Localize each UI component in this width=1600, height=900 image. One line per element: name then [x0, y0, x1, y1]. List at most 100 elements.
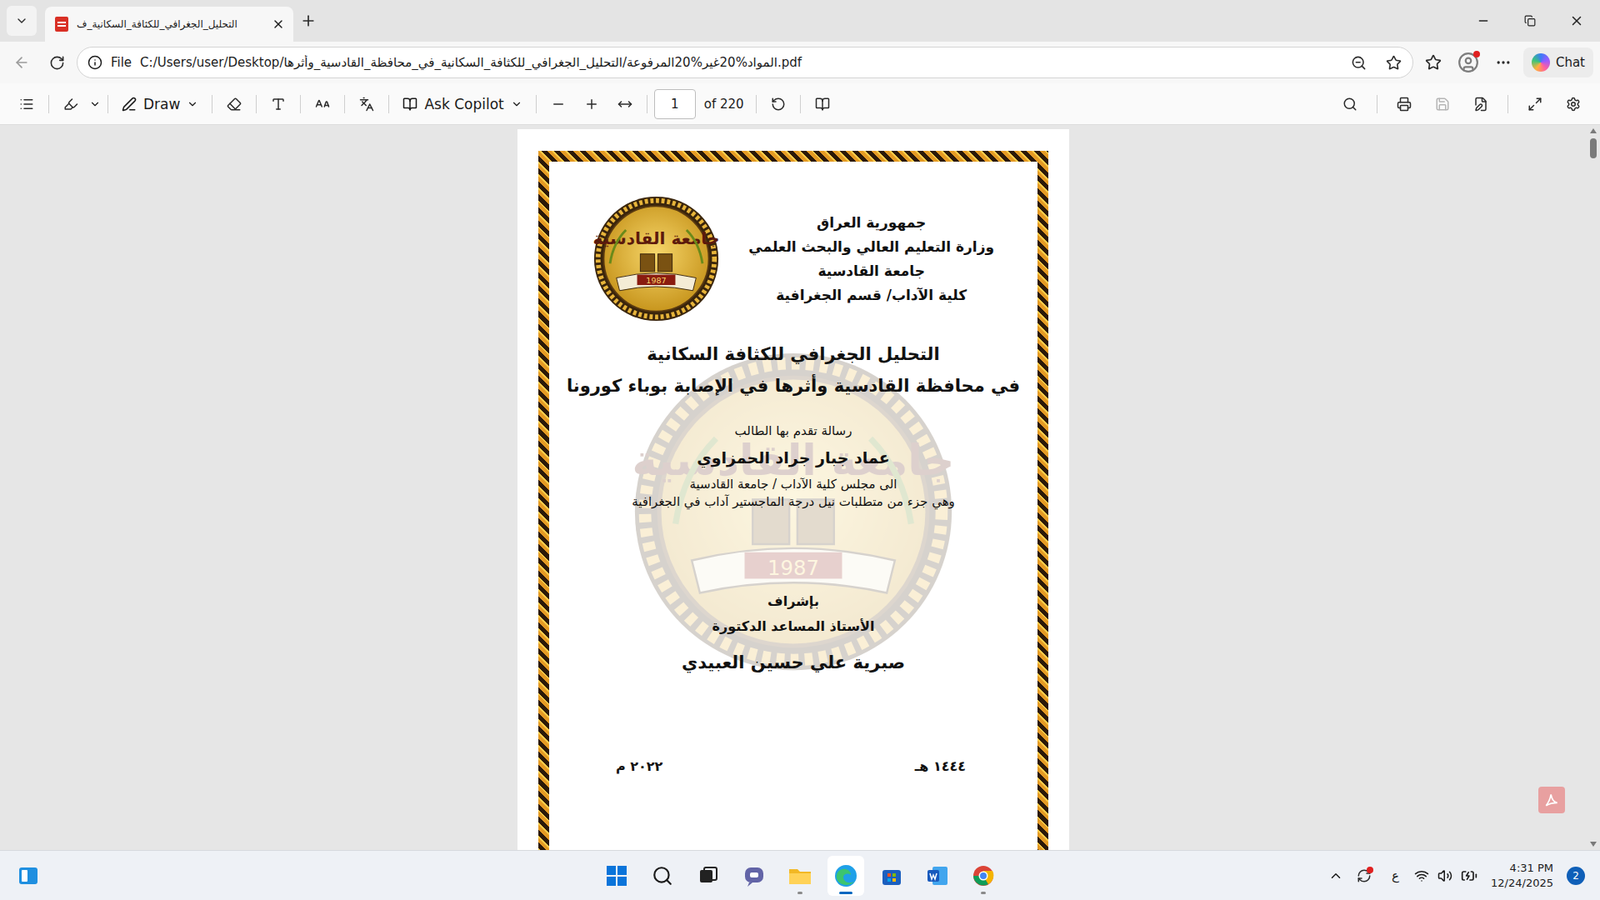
chat-app-icon — [742, 864, 766, 888]
header-line: جمهورية العراق — [816, 214, 926, 231]
save-as-button[interactable] — [1465, 89, 1496, 120]
fullscreen-icon — [1527, 96, 1543, 112]
restore-icon — [1524, 15, 1536, 27]
notification-badge[interactable]: 2 — [1566, 866, 1585, 885]
scroll-down-icon[interactable] — [1590, 841, 1597, 847]
settings-button[interactable] — [1558, 89, 1589, 120]
zoom-in-button[interactable] — [576, 89, 607, 120]
copilot-chat-button[interactable]: Chat — [1523, 47, 1594, 78]
hidden-icons-icon[interactable] — [1328, 868, 1344, 884]
acrobat-button[interactable] — [1538, 786, 1565, 814]
svg-text:جامعة القادسية: جامعة القادسية — [593, 228, 720, 249]
header-line: وزارة التعليم العالي والبحث العلمي — [748, 238, 995, 255]
translate-button[interactable] — [351, 89, 382, 120]
browser-tab[interactable]: التحليل_الجغرافي_للكثافة_السكانية_ف — [45, 6, 294, 42]
pdf-file-icon — [55, 16, 69, 32]
info-icon[interactable] — [87, 55, 103, 70]
highlighter-icon — [63, 96, 79, 112]
document-header: جمهورية العراق وزارة التعليم العالي والبح… — [549, 161, 1038, 323]
update-alert-dot — [1366, 866, 1374, 874]
hijri-year: ١٤٤٤ هـ — [915, 757, 966, 776]
translate-icon — [359, 96, 375, 112]
draw-button[interactable]: Draw — [115, 89, 205, 120]
highlight-options-icon[interactable] — [89, 98, 101, 110]
submitted-by: رسالة تقدم بها الطالب — [735, 422, 853, 440]
plus-icon — [584, 96, 600, 112]
zoom-out-button[interactable] — [543, 89, 574, 120]
folder-icon — [787, 864, 813, 888]
input-language[interactable]: ع — [1385, 868, 1406, 884]
search-icon — [651, 865, 674, 887]
favorite-button[interactable] — [1380, 49, 1408, 76]
scroll-thumb[interactable] — [1590, 138, 1597, 159]
store-button[interactable] — [873, 855, 910, 896]
ask-copilot-button[interactable]: Ask Copilot — [395, 89, 529, 120]
contents-button[interactable] — [11, 89, 42, 120]
edge-button[interactable] — [827, 855, 865, 896]
zoom-indicator[interactable] — [1345, 49, 1373, 76]
start-button[interactable] — [598, 855, 635, 896]
copilot-options-icon — [510, 98, 523, 110]
tab-actions-button[interactable] — [6, 5, 37, 36]
scroll-up-icon[interactable] — [1590, 128, 1597, 134]
battery-icon[interactable] — [1460, 867, 1478, 885]
chrome-button[interactable] — [965, 855, 1002, 896]
volume-icon[interactable] — [1437, 868, 1453, 884]
address-bar[interactable]: FileC:/Users/user/Desktop/المواد%20غير%2… — [76, 46, 1414, 79]
update-indicator[interactable] — [1351, 863, 1377, 889]
read-aloud-button[interactable] — [307, 89, 338, 120]
file-explorer-button[interactable] — [781, 855, 819, 896]
address-url[interactable]: C:/Users/user/Desktop/المواد%20غير%20الم… — [140, 55, 1338, 70]
supervision-label: بإشراف — [767, 592, 820, 611]
gregorian-year: ٢٠٢٢ م — [615, 757, 663, 776]
page-view-button[interactable] — [807, 89, 838, 120]
restore-button[interactable] — [1506, 0, 1554, 42]
close-icon — [1569, 13, 1585, 29]
chevron-down-icon — [15, 14, 29, 28]
svg-text:1987: 1987 — [767, 555, 820, 580]
fit-width-button[interactable] — [610, 89, 640, 120]
refresh-icon — [49, 55, 65, 71]
profile-button[interactable] — [1453, 47, 1484, 78]
clock[interactable]: 4:31 PM12/24/2025 — [1485, 860, 1559, 890]
text-icon — [270, 96, 286, 112]
copilot-icon — [1531, 53, 1550, 72]
add-text-button[interactable] — [263, 89, 294, 120]
system-tray: ع 4:31 PM12/24/2025 2 — [1001, 860, 1590, 890]
task-view-button[interactable] — [690, 855, 727, 896]
page-number-field[interactable]: 1 — [654, 89, 696, 120]
highlight-button[interactable] — [55, 89, 86, 120]
search-button[interactable] — [1335, 89, 1365, 120]
favorites-icon — [1425, 54, 1442, 71]
refresh-button[interactable] — [41, 47, 72, 78]
rotate-button[interactable] — [763, 89, 794, 120]
submission-line: الى مجلس كلية الآداب / جامعة القادسية — [690, 475, 898, 494]
back-button[interactable] — [6, 47, 37, 78]
favorites-button[interactable] — [1418, 47, 1449, 78]
close-window-button[interactable] — [1553, 0, 1600, 42]
student-name: عماد جبار جراد الحمزاوي — [696, 446, 890, 470]
fullscreen-button[interactable] — [1520, 89, 1550, 120]
chrome-icon — [971, 864, 995, 888]
gear-icon — [1565, 96, 1581, 112]
task-view-icon — [697, 865, 720, 887]
erase-button[interactable] — [219, 89, 250, 120]
more-button[interactable] — [1488, 47, 1519, 78]
scrollbar[interactable] — [1586, 125, 1600, 850]
copilot-pdf-icon — [402, 96, 418, 112]
save-icon — [1435, 96, 1450, 112]
minimize-icon — [1476, 14, 1490, 28]
new-tab-button[interactable] — [293, 5, 324, 36]
widgets-button[interactable] — [10, 855, 47, 896]
header-line: كلية الآداب/ قسم الجغرافية — [775, 286, 967, 304]
word-button[interactable] — [919, 855, 956, 896]
plus-icon — [300, 12, 317, 30]
teams-button[interactable] — [735, 855, 773, 896]
pdf-viewer: جامعة القادسية 1987 جمهورية العراق وزارة ال… — [0, 125, 1600, 850]
close-tab-icon[interactable] — [271, 17, 285, 31]
print-button[interactable] — [1389, 89, 1420, 120]
minimize-button[interactable] — [1460, 0, 1507, 42]
ellipsis-icon — [1495, 54, 1512, 71]
wifi-icon[interactable] — [1414, 868, 1430, 884]
search-taskbar-button[interactable] — [644, 855, 681, 896]
